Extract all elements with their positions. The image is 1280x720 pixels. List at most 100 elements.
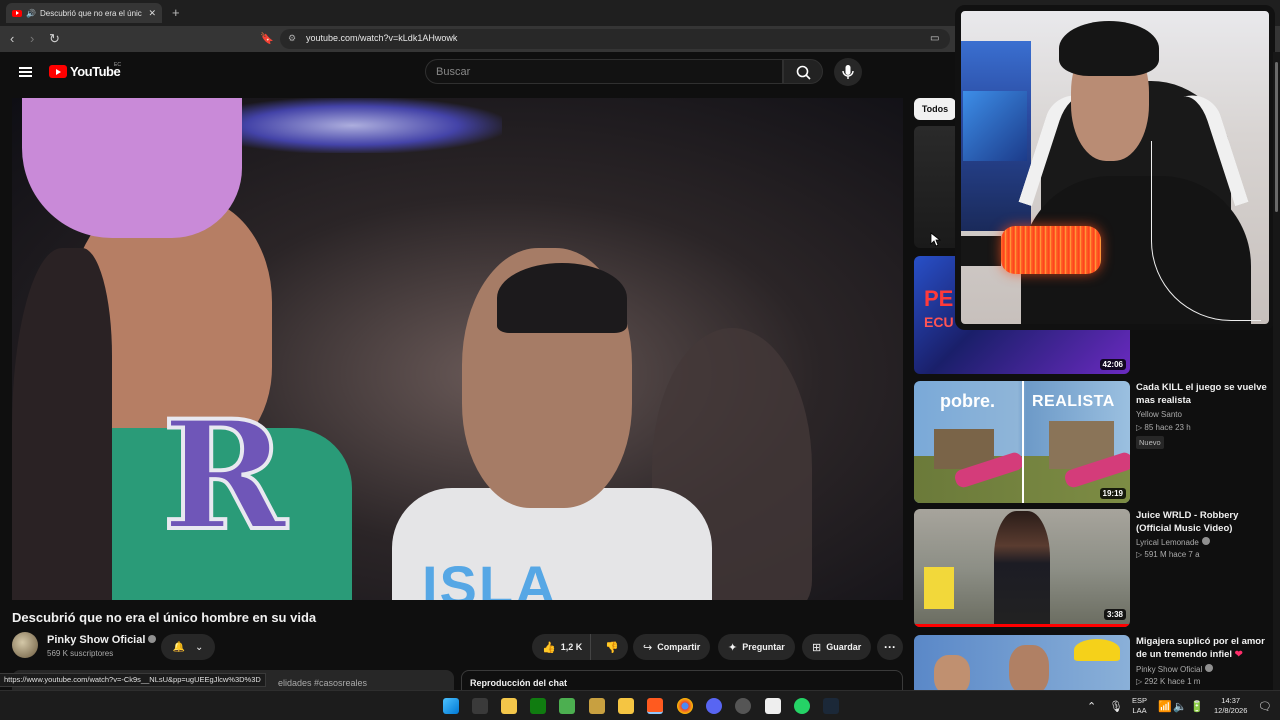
menu-icon[interactable] — [19, 67, 32, 77]
video-duration: 42:06 — [1099, 359, 1126, 370]
clock[interactable]: 14:37 12/8/2026 — [1214, 696, 1247, 716]
scrollbar-thumb[interactable] — [1275, 62, 1278, 212]
game-app-icon[interactable] — [589, 698, 605, 714]
video-scene-neon-sign — [202, 98, 502, 153]
like-dislike-group: 👍 1,2 K 👎 — [532, 634, 628, 660]
bookmark-save-icon: ⊞ — [812, 641, 822, 654]
back-button[interactable]: ‹ — [10, 31, 14, 47]
notification-bell-icon[interactable]: 🗨 — [1258, 700, 1272, 713]
minecraft-icon[interactable] — [559, 698, 575, 714]
webcam-microphone — [1001, 226, 1101, 274]
bell-icon: 🔔 — [172, 641, 186, 653]
video-title: Descubrió que no era el único hombre en … — [12, 610, 317, 625]
audio-playing-icon[interactable]: 🔊 — [26, 9, 36, 18]
recommendation-channel: Pinky Show Oficial — [1136, 665, 1203, 674]
save-button[interactable]: ⊞ Guardar — [802, 634, 872, 660]
chat-replay-panel[interactable]: Reproducción del chat — [461, 670, 903, 690]
microphone-tray-icon[interactable]: 🎙 — [1109, 700, 1123, 713]
share-button[interactable]: ↪ Compartir — [633, 634, 711, 660]
video-scene-left-person — [12, 248, 112, 600]
chevron-up-icon[interactable]: ⌃ — [1087, 700, 1096, 713]
chip-all[interactable]: Todos — [914, 98, 956, 120]
new-badge: Nuevo — [1136, 436, 1164, 449]
browser-tab[interactable]: 🔊 Descubrió que no era el únic ✕ — [6, 3, 162, 23]
subscriber-count: 569 K suscriptores — [47, 649, 114, 658]
webcam-person-hair — [1059, 21, 1159, 76]
whatsapp-icon[interactable] — [794, 698, 810, 714]
youtube-logo[interactable]: YouTube — [49, 64, 121, 79]
widgets-icon[interactable] — [472, 698, 488, 714]
brave-browser-icon[interactable] — [647, 698, 663, 714]
recommendation-channel-link[interactable]: Lyrical Lemonade — [1136, 537, 1210, 547]
thumbnail-hard-hat — [1074, 639, 1120, 661]
recommendation-title[interactable]: Cada KILL el juego se vuelve mas realist… — [1136, 381, 1274, 407]
thumbnail-text: PE — [924, 286, 954, 311]
capcut-icon[interactable] — [765, 698, 781, 714]
voice-search-button[interactable] — [834, 58, 862, 86]
chrome-icon[interactable] — [677, 698, 693, 714]
store-icon[interactable] — [501, 698, 517, 714]
thumbnail-person — [1009, 645, 1049, 695]
recommendation-title-link[interactable]: Migajera suplicó por el amor de un treme… — [1136, 635, 1274, 661]
thumbnail-lemonade-carton — [924, 567, 954, 609]
dislike-button[interactable]: 👎 — [596, 641, 628, 654]
verified-icon — [148, 635, 157, 643]
video-scene-pink-beanie — [22, 98, 242, 238]
reload-button[interactable]: ↻ — [49, 31, 60, 47]
video-player[interactable]: R ISLA — [12, 98, 903, 600]
search-button[interactable] — [783, 59, 823, 84]
like-button[interactable]: 👍 1,2 K — [532, 634, 591, 660]
logo-text: YouTube — [70, 64, 121, 79]
recommendation-meta: ▷ 591 M hace 7 a — [1136, 550, 1200, 559]
screen: 🔊 Descubrió que no era el únic ✕ + ‹ › ↻… — [0, 0, 1280, 720]
xbox-icon[interactable] — [530, 698, 546, 714]
thumbnail-person — [934, 655, 970, 695]
recommendation-thumbnail[interactable]: 3:38 — [914, 509, 1130, 627]
channel-name-link[interactable]: Pinky Show Oficial — [47, 634, 157, 646]
youtube-masthead: YouTube EC Buscar — [0, 52, 950, 92]
file-explorer-icon[interactable] — [618, 698, 634, 714]
webcam-overlay — [955, 5, 1275, 330]
webcam-game-box — [963, 91, 1027, 161]
clock-time: 14:37 — [1221, 696, 1241, 705]
clock-date: 12/8/2026 — [1214, 706, 1248, 715]
description-hashtags[interactable]: elidades #casosreales — [278, 678, 367, 688]
tab-close-button[interactable]: ✕ — [148, 8, 156, 19]
url-text: youtube.com/watch?v=kLdk1AHwowk — [306, 33, 458, 43]
recommendation-thumbnail[interactable] — [914, 635, 1130, 695]
thumbnail-text: REALISTA — [1032, 393, 1115, 410]
recommendation-title[interactable]: Juice WRLD - Robbery (Official Music Vid… — [1136, 509, 1274, 535]
language-indicator[interactable]: ESP LAA — [1132, 696, 1147, 716]
thumbnail-person — [994, 511, 1050, 627]
verified-icon — [1205, 664, 1214, 672]
address-bar[interactable]: ⚙ youtube.com/watch?v=kLdk1AHwowk — [280, 29, 950, 49]
channel-avatar[interactable] — [12, 632, 38, 658]
search-input[interactable]: Buscar — [425, 59, 783, 84]
thumbnail-text: ECU — [924, 314, 954, 330]
recommendation-thumbnail[interactable]: pobre. REALISTA 19:19 — [914, 381, 1130, 503]
start-icon[interactable] — [443, 698, 459, 714]
bookmark-icon[interactable]: 🔖 — [260, 31, 274, 47]
recommendation-channel-link[interactable]: Pinky Show Oficial — [1136, 664, 1214, 674]
new-tab-button[interactable]: + — [172, 5, 180, 20]
keyboard-layout: LAA — [1132, 706, 1147, 715]
verified-icon — [1201, 537, 1210, 545]
more-actions-button[interactable]: ··· — [877, 634, 903, 660]
obs-icon[interactable] — [735, 698, 751, 714]
recommendation-channel[interactable]: Yellow Santo — [1136, 410, 1182, 419]
steam-icon[interactable] — [823, 698, 839, 714]
recommendation-meta: ▷ 292 K hace 1 m — [1136, 677, 1201, 686]
wifi-icon[interactable]: 📶 — [1158, 700, 1172, 713]
more-icon: ··· — [884, 640, 896, 654]
ask-button[interactable]: ✦ Preguntar — [718, 634, 795, 660]
discord-icon[interactable] — [706, 698, 722, 714]
notifications-button[interactable]: 🔔 ⌄ — [161, 634, 215, 660]
windows-taskbar: ⌃ 🎙 ESP LAA 📶 🔈 🔋 14:37 12/8/2026 🗨 — [0, 690, 1280, 720]
volume-icon[interactable]: 🔈 — [1173, 700, 1187, 713]
country-code: EC — [114, 62, 121, 68]
battery-icon[interactable]: 🔋 — [1190, 700, 1204, 713]
channel-name: Pinky Show Oficial — [47, 634, 146, 646]
forward-button[interactable]: › — [30, 31, 34, 47]
site-info-icon[interactable]: ⚙ — [288, 33, 296, 44]
cast-icon[interactable]: ▭ — [930, 31, 939, 47]
